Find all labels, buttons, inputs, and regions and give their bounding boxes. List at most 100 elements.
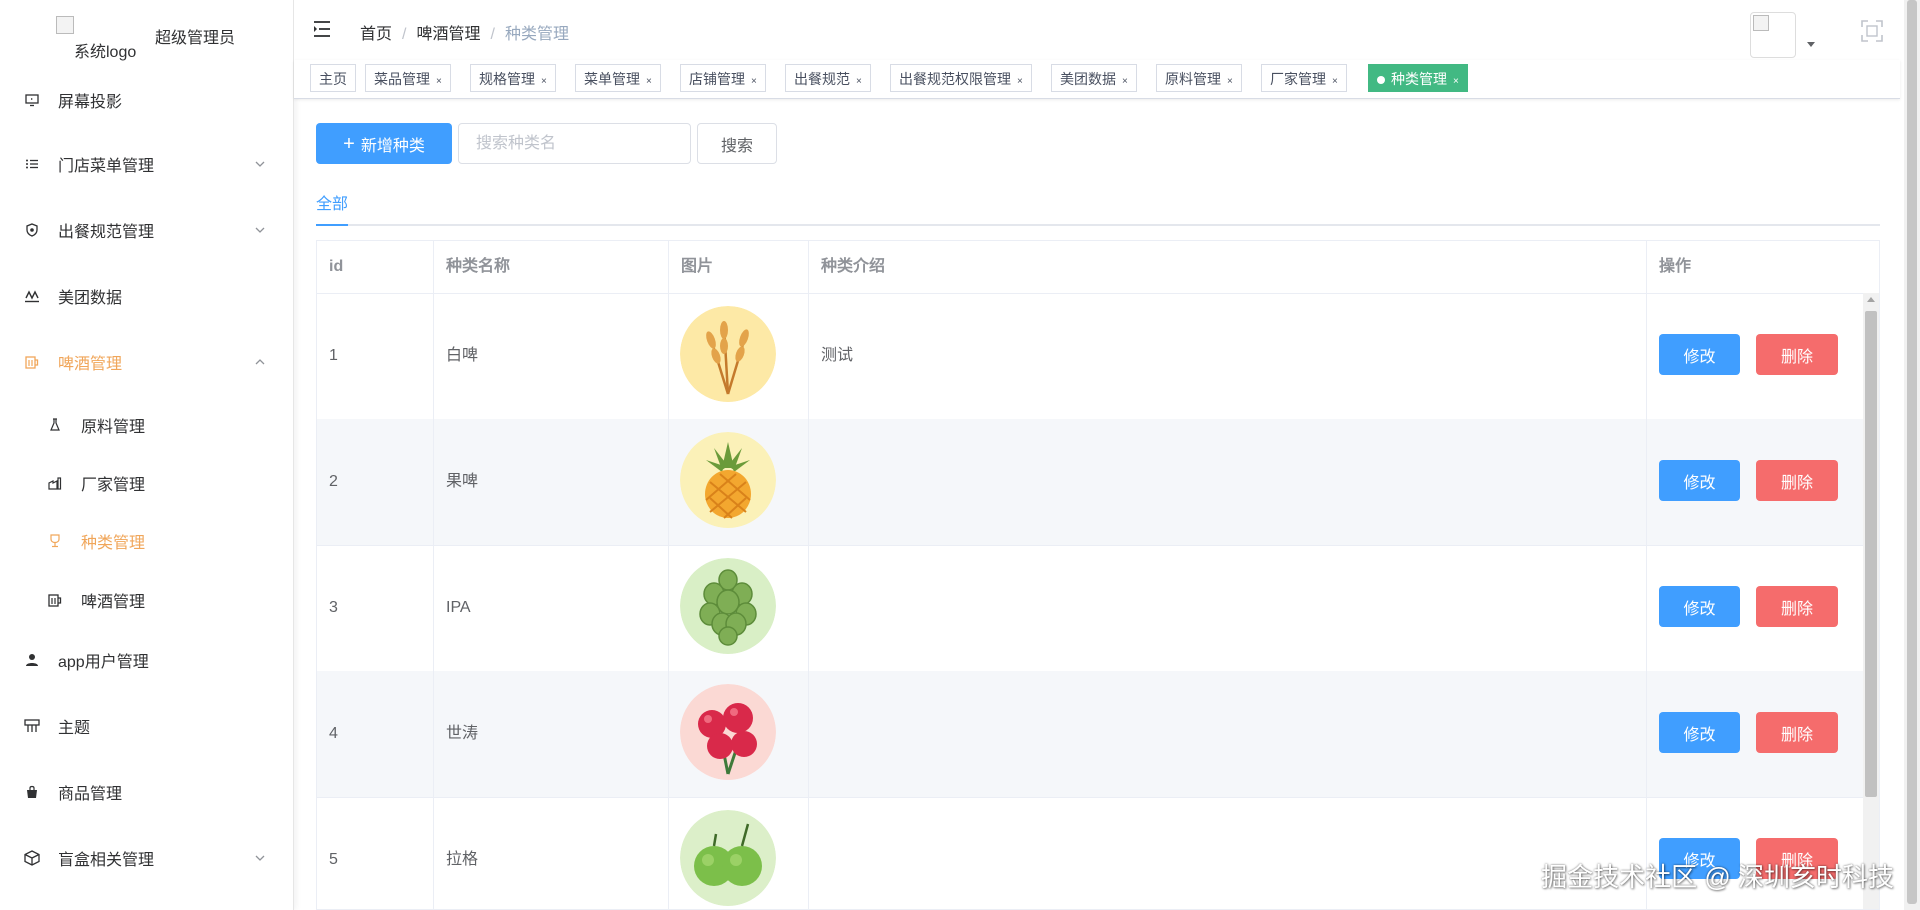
caret-down-icon[interactable] (1807, 42, 1815, 47)
menu-item-theme[interactable]: 主题 (0, 698, 293, 754)
cell-id: 1 (317, 293, 434, 419)
menu-item-blind-box[interactable]: 盲盒相关管理 (0, 830, 293, 886)
bag-icon (24, 784, 40, 800)
hops-icon (680, 558, 776, 654)
cell-image (669, 293, 809, 419)
theme-icon (24, 718, 40, 734)
tag-serving-standard[interactable]: 出餐规范 × (785, 64, 871, 92)
edit-button[interactable]: 修改 (1659, 460, 1740, 501)
tag-label: 主页 (319, 71, 347, 87)
menu-item-serving-standard[interactable]: 出餐规范管理 (0, 202, 293, 258)
tags-view: 主页 菜品管理 × 规格管理 × 菜单管理 × 店铺管理 × 出餐规范 × 出餐规范权限管… (294, 60, 1900, 99)
close-icon[interactable]: × (1122, 76, 1128, 87)
fullscreen-icon[interactable] (1861, 20, 1883, 42)
beer-icon (47, 592, 63, 608)
cell-id: 3 (317, 545, 434, 671)
hamburger-icon[interactable] (313, 19, 333, 39)
scale-icon (24, 288, 40, 304)
cell-operations: 修改 删除 (1647, 293, 1863, 419)
tag-serving-permissions[interactable]: 出餐规范权限管理 × (890, 64, 1032, 92)
header-image: 图片 (669, 241, 809, 293)
user-role-title: 超级管理员 (155, 30, 236, 47)
tag-menus[interactable]: 菜单管理 × (575, 64, 661, 92)
tag-specs[interactable]: 规格管理 × (470, 64, 556, 92)
close-icon[interactable]: × (541, 76, 547, 87)
close-icon[interactable]: × (436, 76, 442, 87)
table-row: 4 世涛 修改 删除 (317, 671, 1863, 798)
breadcrumb-separator: / (402, 26, 407, 43)
tag-manufacturers[interactable]: 厂家管理 × (1261, 64, 1347, 92)
scrollbar-thumb[interactable] (1865, 311, 1877, 797)
tag-label: 厂家管理 (1270, 71, 1326, 87)
menu-item-store-menu[interactable]: 门店菜单管理 (0, 136, 293, 192)
tag-ingredients[interactable]: 原料管理 × (1156, 64, 1242, 92)
chevron-down-icon (255, 855, 265, 861)
edit-button[interactable]: 修改 (1659, 712, 1740, 753)
list-icon (24, 156, 40, 172)
factory-icon (47, 475, 63, 491)
add-category-button[interactable]: + 新增种类 (316, 123, 452, 164)
beer-icon (24, 354, 40, 370)
search-input[interactable] (458, 123, 691, 164)
close-icon[interactable]: × (856, 76, 862, 87)
close-icon[interactable]: × (751, 76, 757, 87)
cherries-icon (680, 684, 776, 780)
delete-button[interactable]: 删除 (1756, 586, 1838, 627)
tag-label: 规格管理 (479, 71, 535, 87)
submenu-label: 厂家管理 (81, 477, 146, 494)
close-icon[interactable]: × (646, 76, 652, 87)
table-scrollbar[interactable] (1863, 293, 1879, 909)
page-scrollbar-thumb[interactable] (1907, 0, 1917, 904)
close-icon[interactable]: × (1453, 76, 1459, 87)
scroll-up-icon[interactable] (1867, 297, 1875, 302)
breadcrumb-beer[interactable]: 啤酒管理 (416, 26, 480, 43)
cell-name: 果啤 (434, 419, 669, 545)
edit-button[interactable]: 修改 (1659, 334, 1740, 375)
cell-operations: 修改 删除 (1647, 419, 1863, 545)
menu-item-beer-management[interactable]: 啤酒管理 (0, 334, 293, 390)
cell-image (669, 419, 809, 545)
wheat-icon (680, 306, 776, 402)
plus-icon: + (343, 132, 355, 155)
avatar[interactable] (1750, 12, 1796, 58)
delete-button[interactable]: 删除 (1756, 460, 1838, 501)
search-button[interactable]: 搜索 (697, 123, 777, 164)
active-dot (1377, 76, 1385, 84)
breadcrumb: 首页 / 啤酒管理 / 种类管理 (360, 20, 569, 44)
tag-label: 出餐规范权限管理 (899, 71, 1011, 87)
tag-home[interactable]: 主页 (310, 64, 356, 92)
submenu-item-categories[interactable]: 种类管理 (0, 516, 293, 566)
broken-image-icon (56, 16, 74, 34)
menu-item-app-users[interactable]: app用户管理 (0, 632, 293, 688)
menu-item-screen-projection[interactable]: 屏幕投影 (0, 72, 293, 128)
tag-categories[interactable]: 种类管理 × (1368, 64, 1468, 92)
page-scrollbar[interactable] (1904, 0, 1920, 910)
close-icon[interactable]: × (1332, 76, 1338, 87)
tag-dishes[interactable]: 菜品管理 × (365, 64, 451, 92)
category-tabs: 全部 (316, 188, 1880, 226)
delete-button[interactable]: 删除 (1756, 334, 1838, 375)
breadcrumb-home[interactable]: 首页 (360, 26, 392, 43)
menu-item-meituan-data[interactable]: 美团数据 (0, 268, 293, 324)
submenu-item-beers[interactable]: 啤酒管理 (0, 575, 293, 625)
submenu-item-manufacturers[interactable]: 厂家管理 (0, 458, 293, 508)
cell-operations: 修改 删除 (1647, 671, 1863, 797)
cell-id: 4 (317, 671, 434, 797)
table-row: 3 IPA 修改 删除 (317, 545, 1863, 672)
header-name: 种类名称 (434, 241, 669, 293)
category-table: id 种类名称 图片 种类介绍 操作 1 白啤 测试 修改 删除 2 果啤 修改… (316, 240, 1880, 910)
close-icon[interactable]: × (1227, 76, 1233, 87)
tag-label: 美团数据 (1060, 71, 1116, 87)
tab-all[interactable]: 全部 (316, 190, 349, 226)
edit-button[interactable]: 修改 (1659, 586, 1740, 627)
breadcrumb-separator: / (490, 26, 495, 43)
tag-stores[interactable]: 店铺管理 × (680, 64, 766, 92)
menu-item-products[interactable]: 商品管理 (0, 764, 293, 820)
logo-alt-text: 系统logo (74, 44, 137, 61)
delete-button[interactable]: 删除 (1756, 712, 1838, 753)
submenu-item-ingredients[interactable]: 原料管理 (0, 400, 293, 450)
close-icon[interactable]: × (1017, 76, 1023, 87)
cell-name: IPA (434, 545, 669, 671)
tag-meituan[interactable]: 美团数据 × (1051, 64, 1137, 92)
tag-label: 店铺管理 (689, 71, 745, 87)
